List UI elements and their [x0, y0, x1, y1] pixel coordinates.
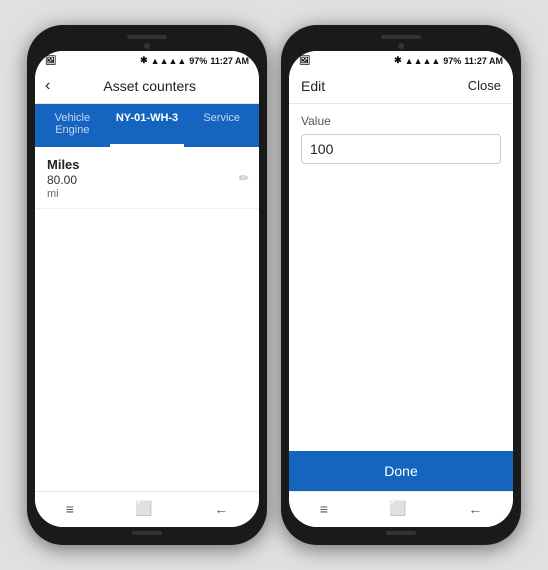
bottom-nav-2: ≡ ⬜ ←	[289, 491, 513, 527]
recent-nav-button-2[interactable]: ⬜	[381, 498, 414, 519]
home-bar-2	[386, 531, 416, 535]
menu-nav-button-2[interactable]: ≡	[312, 499, 336, 519]
status-left-2: 🖼	[299, 55, 310, 66]
page-title-1: Asset counters	[50, 78, 249, 94]
edit-content-area: Value	[289, 104, 513, 451]
photo-icon-2: 🖼	[299, 55, 310, 66]
content-area-1: Miles 80.00 mi ✏	[35, 147, 259, 491]
close-button[interactable]: Close	[468, 78, 501, 93]
menu-nav-button-1[interactable]: ≡	[58, 499, 82, 519]
time-display-2: 11:27 AM	[464, 56, 503, 66]
status-right-1: ✱ ▲▲▲▲ 97% 11:27 AM	[140, 55, 249, 66]
speaker-decoration-2	[381, 35, 421, 39]
counter-miles-label: Miles	[47, 157, 247, 172]
edit-bar: Edit Close	[289, 68, 513, 104]
value-field-label: Value	[301, 114, 501, 128]
tab-ny01wh3[interactable]: NY-01-WH-3	[110, 104, 185, 147]
status-right-2: ✱ ▲▲▲▲ 97% 11:27 AM	[394, 55, 503, 66]
tab-vehicle-engine[interactable]: Vehicle Engine	[35, 104, 110, 147]
counter-miles-unit: mi	[47, 188, 247, 200]
signal-bars: ▲▲▲▲	[151, 56, 187, 66]
photo-icon: 🖼	[45, 55, 56, 66]
battery-percent-2: 97%	[443, 56, 461, 66]
counter-miles-value: 80.00	[47, 173, 247, 187]
time-display: 11:27 AM	[210, 56, 249, 66]
tab-bar-1: Vehicle Engine NY-01-WH-3 Service	[35, 104, 259, 147]
back-nav-button-2[interactable]: ←	[460, 499, 490, 519]
edit-pencil-icon[interactable]: ✏	[239, 171, 249, 185]
speaker-decoration	[127, 35, 167, 39]
header-bar-1: ‹ Asset counters	[35, 68, 259, 104]
phone-edit: 🖼 ✱ ▲▲▲▲ 97% 11:27 AM Edit Close Value	[281, 25, 521, 545]
status-bar-2: 🖼 ✱ ▲▲▲▲ 97% 11:27 AM	[289, 51, 513, 68]
edit-bar-title: Edit	[301, 78, 325, 94]
bluetooth-icon-2: ✱	[394, 55, 402, 66]
status-left-1: 🖼	[45, 55, 56, 66]
bottom-nav-1: ≡ ⬜ ←	[35, 491, 259, 527]
back-nav-button-1[interactable]: ←	[206, 499, 236, 519]
tab-service[interactable]: Service	[184, 104, 259, 147]
home-bar-1	[132, 531, 162, 535]
camera-decoration	[144, 43, 150, 49]
value-input-field[interactable]	[301, 134, 501, 164]
signal-bars-2: ▲▲▲▲	[405, 56, 441, 66]
bluetooth-icon: ✱	[140, 55, 148, 66]
counter-miles-item: Miles 80.00 mi ✏	[35, 147, 259, 209]
battery-percent: 97%	[189, 56, 207, 66]
status-bar-1: 🖼 ✱ ▲▲▲▲ 97% 11:27 AM	[35, 51, 259, 68]
done-button[interactable]: Done	[289, 451, 513, 491]
recent-nav-button-1[interactable]: ⬜	[127, 498, 160, 519]
phone-asset-counters: 🖼 ✱ ▲▲▲▲ 97% 11:27 AM ‹ Asset counters V…	[27, 25, 267, 545]
camera-decoration-2	[398, 43, 404, 49]
